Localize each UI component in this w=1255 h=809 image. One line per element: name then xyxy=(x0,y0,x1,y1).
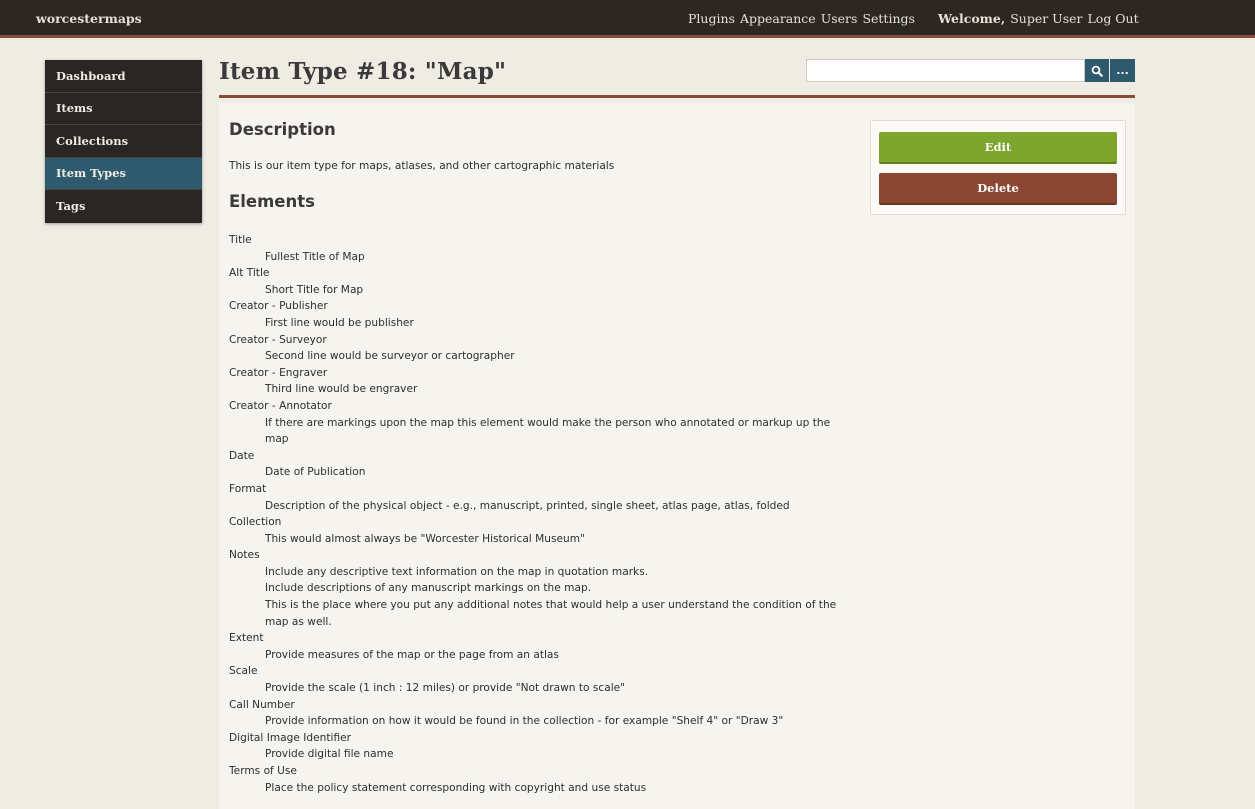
element-description: This is the place where you put any addi… xyxy=(265,599,837,612)
sidebar-nav: Dashboard Items Collections Item Types T… xyxy=(45,60,202,223)
top-nav: Plugins Appearance Users Settings xyxy=(688,11,915,26)
advanced-search-button[interactable]: ... xyxy=(1110,59,1135,82)
nav-users[interactable]: Users xyxy=(821,11,858,26)
element-name: Date xyxy=(229,449,255,462)
element-description: First line would be publisher xyxy=(265,316,414,329)
element-name: Creator - Engraver xyxy=(229,366,328,379)
page-title: Item Type #18: "Map" xyxy=(219,58,507,85)
element-name: Scale xyxy=(229,665,258,678)
sidebar-item-dashboard[interactable]: Dashboard xyxy=(45,60,202,93)
welcome-label: Welcome, xyxy=(938,11,1006,26)
edit-button[interactable]: Edit xyxy=(879,132,1117,164)
element-name: Call Number xyxy=(229,698,295,711)
site-title-link[interactable]: worcestermaps xyxy=(36,11,142,26)
top-bar: worcestermaps Welcome, Super User Log Ou… xyxy=(0,0,1255,38)
element-name: Notes xyxy=(229,549,260,562)
element-name: Terms of Use xyxy=(229,765,297,777)
element-description: Include any descriptive text information… xyxy=(265,565,649,578)
search-button[interactable] xyxy=(1085,59,1109,82)
logout-link[interactable]: Log Out xyxy=(1088,11,1139,26)
element-description: This would almost always be "Worcester H… xyxy=(265,532,585,545)
search-icon xyxy=(1091,65,1103,77)
element-description: Date of Publication xyxy=(265,466,366,479)
element-description: Short Title for Map xyxy=(265,283,364,296)
description-text: This is our item type for maps, atlases,… xyxy=(229,160,615,172)
user-welcome-area: Welcome, Super User Log Out xyxy=(938,11,1139,26)
element-name: Creator - Annotator xyxy=(229,399,332,412)
nav-appearance[interactable]: Appearance xyxy=(740,11,816,26)
element-description: Provide digital file name xyxy=(265,748,394,761)
elements-heading: Elements xyxy=(229,192,315,211)
element-description: map as well. xyxy=(265,615,332,628)
delete-button[interactable]: Delete xyxy=(879,173,1117,205)
element-description: map xyxy=(265,433,289,446)
element-name: Creator - Surveyor xyxy=(229,333,327,346)
element-name: Alt Title xyxy=(229,267,270,280)
sidebar-item-item-types[interactable]: Item Types xyxy=(45,157,202,190)
elements-list: Title Fullest Title of Map Alt Title Sho… xyxy=(229,232,849,796)
sidebar-item-items[interactable]: Items xyxy=(45,93,202,125)
element-description: Description of the physical object - e.g… xyxy=(265,499,790,512)
item-type-actions-panel: Edit Delete xyxy=(870,120,1126,215)
description-heading: Description xyxy=(229,120,336,139)
element-description: Provide the scale (1 inch : 12 miles) or… xyxy=(265,682,626,695)
nav-settings[interactable]: Settings xyxy=(862,11,914,26)
element-description: Fullest Title of Map xyxy=(265,250,365,263)
element-description: Third line would be engraver xyxy=(265,383,418,396)
element-name: Digital Image Identifier xyxy=(229,731,351,744)
search-input[interactable] xyxy=(806,59,1085,82)
element-name: Creator - Publisher xyxy=(229,300,328,313)
username-link[interactable]: Super User xyxy=(1010,11,1082,26)
element-name: Title xyxy=(229,234,252,246)
element-description: Provide information on how it would be f… xyxy=(265,715,784,728)
element-name: Format xyxy=(229,482,267,495)
element-description: Place the policy statement corresponding… xyxy=(265,781,647,794)
title-divider xyxy=(219,95,1135,98)
element-name: Extent xyxy=(229,632,264,645)
element-description: Second line would be surveyor or cartogr… xyxy=(265,350,515,363)
sidebar-item-collections[interactable]: Collections xyxy=(45,125,202,158)
element-name: Collection xyxy=(229,516,282,529)
nav-plugins[interactable]: Plugins xyxy=(688,11,735,26)
element-description: Provide measures of the map or the page … xyxy=(265,648,559,661)
element-description: If there are markings upon the map this … xyxy=(265,416,831,429)
element-description: Include descriptions of any manuscript m… xyxy=(265,582,592,595)
sidebar-item-tags[interactable]: Tags xyxy=(45,190,202,223)
